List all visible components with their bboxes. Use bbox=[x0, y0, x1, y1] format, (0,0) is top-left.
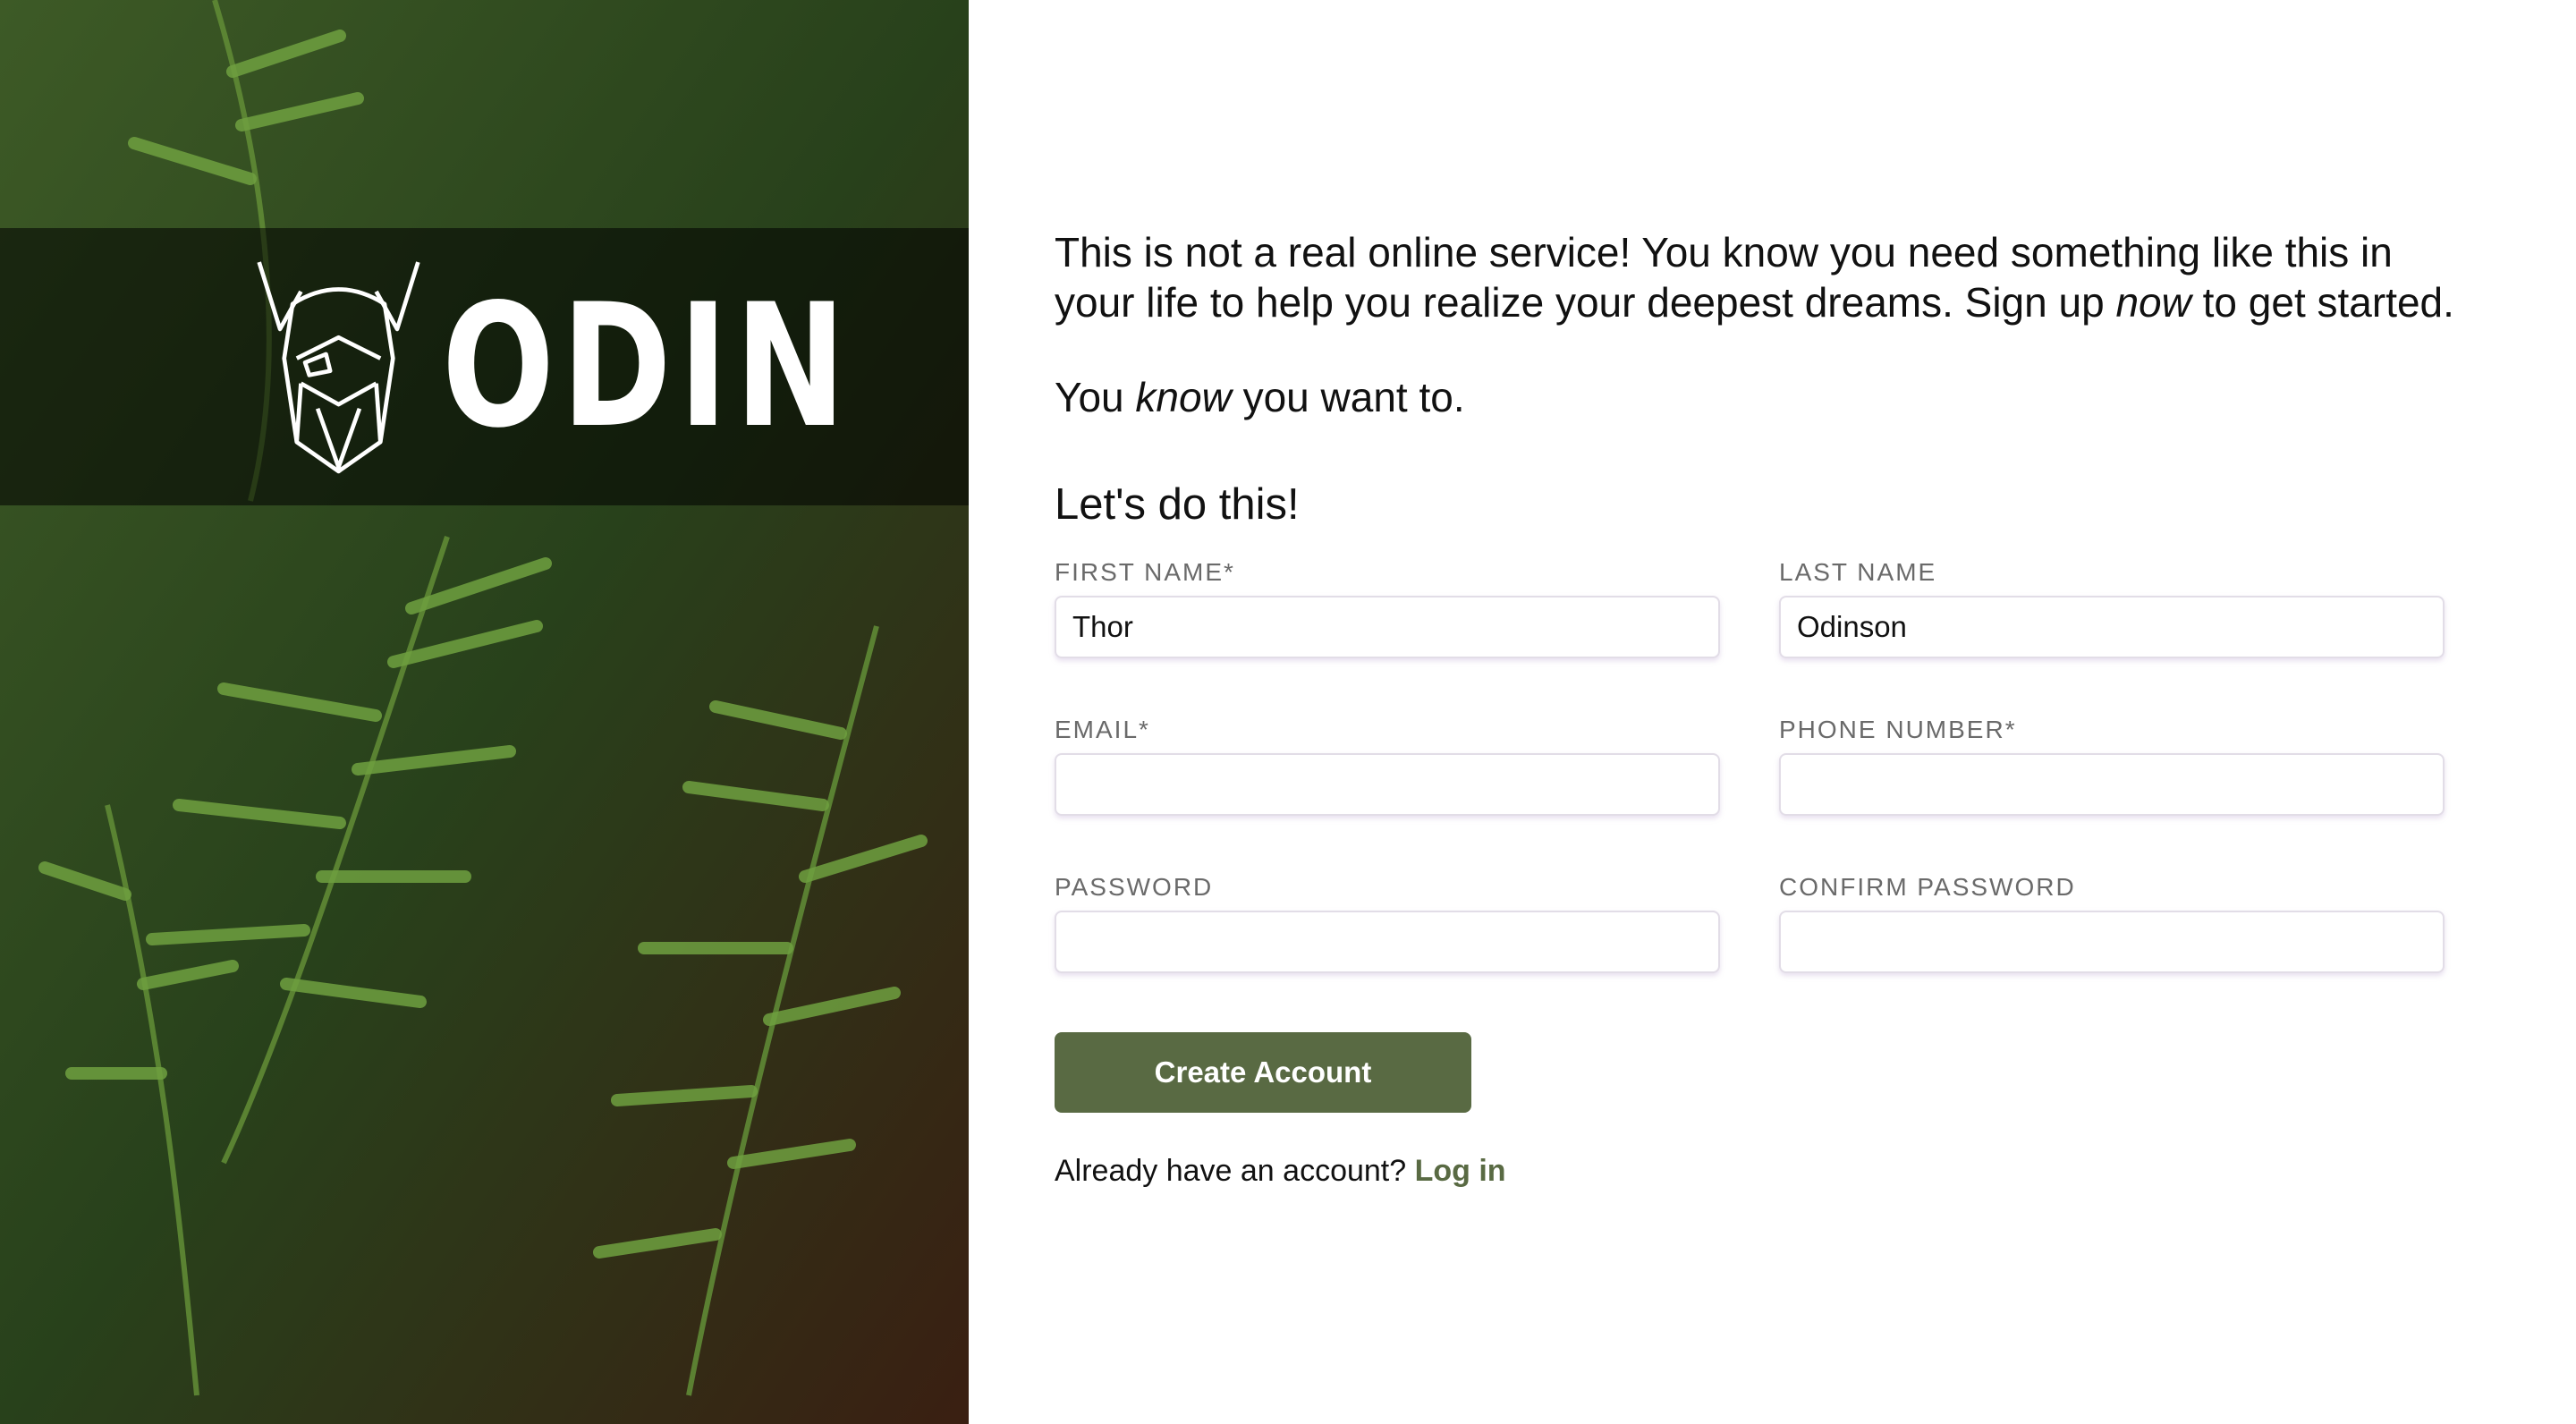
signup-form: First Name* Last Name Email* Phone Numbe… bbox=[1055, 558, 2576, 1113]
last-name-field[interactable] bbox=[1779, 596, 2445, 658]
first-name-field[interactable] bbox=[1055, 596, 1720, 658]
fern-background-image bbox=[0, 0, 969, 1424]
intro-text-end: to get started. bbox=[2190, 279, 2454, 326]
password-field[interactable] bbox=[1055, 911, 1720, 973]
brand-wordmark: ODIN bbox=[442, 267, 853, 465]
phone-group: Phone Number* bbox=[1779, 716, 2445, 816]
phone-label: Phone Number* bbox=[1779, 716, 2017, 743]
hero-image-panel: ODIN bbox=[0, 0, 969, 1424]
tagline-emphasis: know bbox=[1135, 374, 1232, 420]
last-name-label: Last Name bbox=[1779, 558, 1937, 586]
password-group: Password bbox=[1055, 873, 1720, 973]
intro-tagline: You know you want to. bbox=[1055, 372, 2576, 422]
email-field[interactable] bbox=[1055, 753, 1720, 816]
form-heading: Let's do this! bbox=[1055, 480, 1300, 529]
tagline-text-end: you want to. bbox=[1231, 374, 1465, 420]
phone-field[interactable] bbox=[1779, 753, 2445, 816]
last-name-group: Last Name bbox=[1779, 558, 2445, 658]
signup-panel: This is not a real online service! You k… bbox=[969, 0, 2576, 1424]
confirm-password-label: Confirm Password bbox=[1779, 873, 2076, 901]
login-link[interactable]: Log in bbox=[1415, 1154, 1506, 1188]
email-group: Email* bbox=[1055, 716, 1720, 816]
confirm-password-field[interactable] bbox=[1779, 911, 2445, 973]
tagline-text-start: You bbox=[1055, 374, 1136, 420]
email-label: Email* bbox=[1055, 716, 1150, 743]
password-label: Password bbox=[1055, 873, 1214, 901]
login-prompt-text: Already have an account? bbox=[1055, 1154, 1415, 1188]
viking-head-icon bbox=[257, 261, 420, 474]
confirm-password-group: Confirm Password bbox=[1779, 873, 2445, 973]
first-name-label: First Name* bbox=[1055, 558, 1235, 586]
intro-paragraph: This is not a real online service! You k… bbox=[1055, 227, 2468, 327]
login-prompt: Already have an account? Log in bbox=[1055, 1154, 2576, 1189]
intro-emphasis: now bbox=[2115, 279, 2191, 326]
create-account-button[interactable]: Create Account bbox=[1055, 1032, 1471, 1113]
brand-banner: ODIN bbox=[0, 228, 969, 505]
first-name-group: First Name* bbox=[1055, 558, 1720, 658]
